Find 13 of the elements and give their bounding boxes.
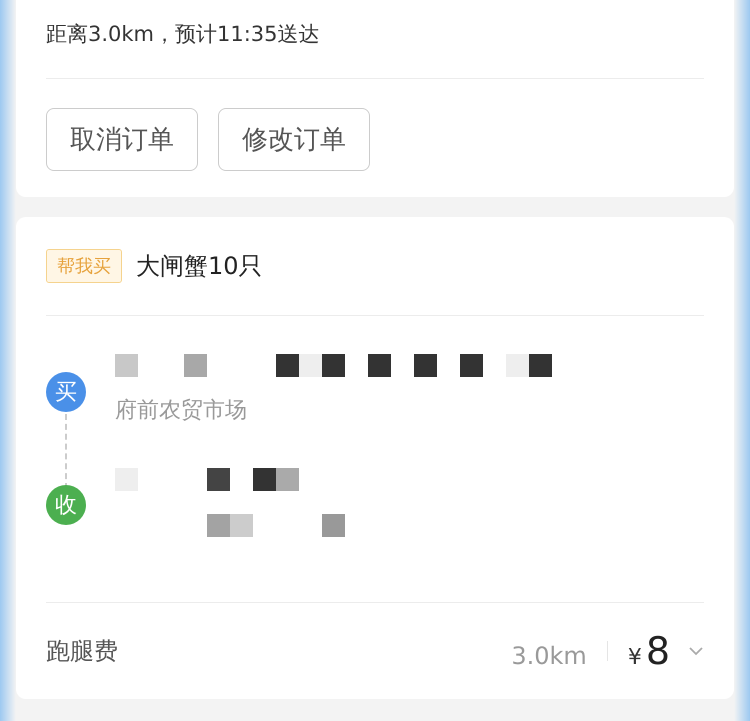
order-title: 大闸蟹10只 [136,251,263,282]
delivery-info: 距离3.0km，预计11:35送达 [46,21,321,48]
route-badge: 买 [46,372,86,412]
order-tag: 帮我买 [46,249,122,283]
fee-label: 跑腿费 [46,636,118,667]
address-text: 府前农贸市场 [115,397,248,425]
fee-amount: 8 [646,629,670,673]
order-action-button[interactable]: 修改订单 [218,108,370,171]
order-action-button[interactable]: 取消订单 [46,108,198,171]
fee-distance: 3.0km [511,642,587,670]
currency-symbol: ¥ [628,645,642,670]
route-badge: 收 [46,485,86,525]
chevron-down-icon[interactable] [688,646,704,656]
